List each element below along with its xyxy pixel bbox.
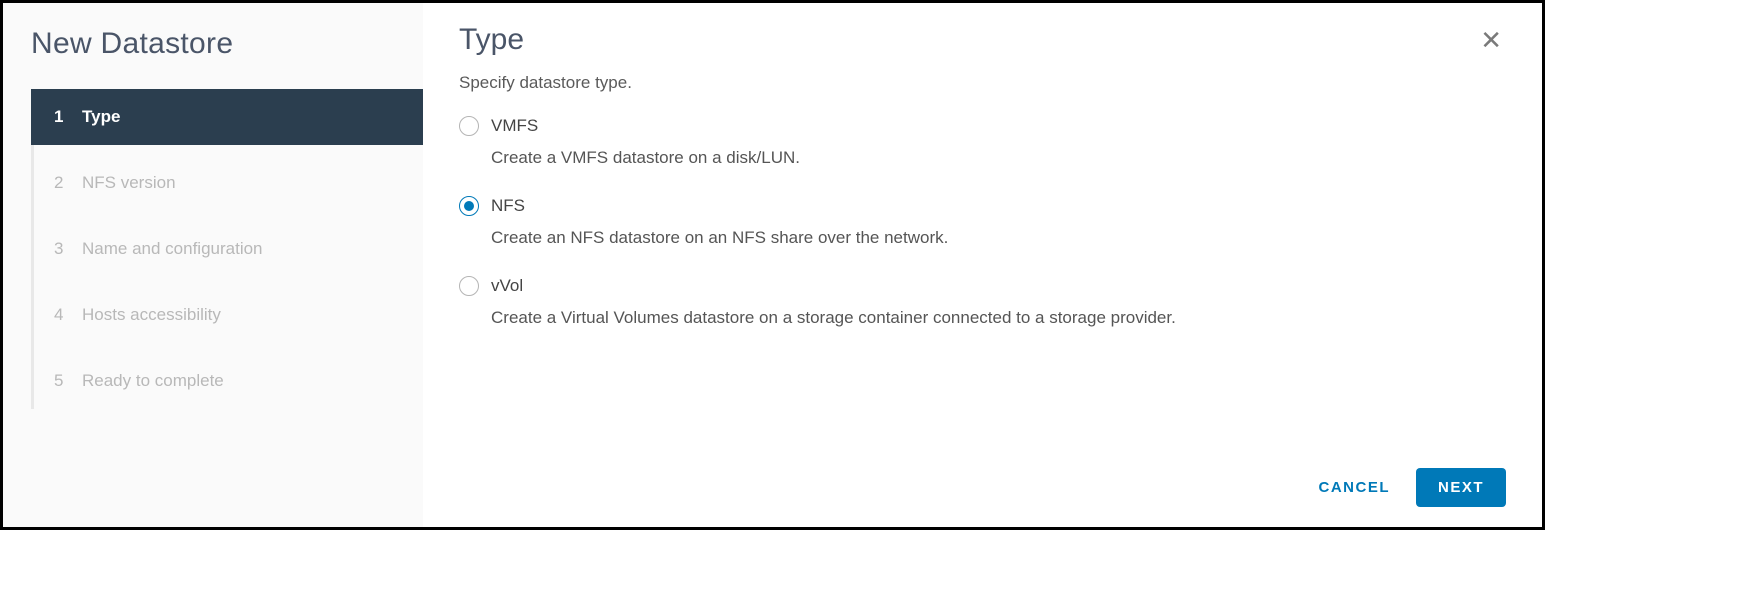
option-body: vVol Create a Virtual Volumes datastore … xyxy=(491,275,1506,329)
cancel-button[interactable]: CANCEL xyxy=(1314,469,1394,506)
option-description: Create an NFS datastore on an NFS share … xyxy=(491,227,1506,249)
wizard-step-nfs-version[interactable]: 2 NFS version xyxy=(31,155,423,211)
wizard-steps: 1 Type 2 NFS version 3 Name and configur… xyxy=(31,89,423,409)
step-label: Hosts accessibility xyxy=(82,305,221,325)
option-label[interactable]: NFS xyxy=(491,195,1506,217)
new-datastore-dialog: New Datastore 1 Type 2 NFS version 3 Nam… xyxy=(0,0,1545,530)
wizard-step-name-config[interactable]: 3 Name and configuration xyxy=(31,221,423,277)
option-body: NFS Create an NFS datastore on an NFS sh… xyxy=(491,195,1506,249)
wizard-step-type[interactable]: 1 Type xyxy=(31,89,423,145)
step-number: 2 xyxy=(54,173,78,193)
next-button[interactable]: NEXT xyxy=(1416,468,1506,507)
radio-vmfs[interactable] xyxy=(459,116,479,136)
radio-nfs[interactable] xyxy=(459,196,479,216)
radio-vvol[interactable] xyxy=(459,276,479,296)
page-subtitle: Specify datastore type. xyxy=(459,73,1506,93)
step-number: 1 xyxy=(54,107,78,127)
option-label[interactable]: vVol xyxy=(491,275,1506,297)
wizard-step-ready[interactable]: 5 Ready to complete xyxy=(31,353,423,409)
datastore-type-options: VMFS Create a VMFS datastore on a disk/L… xyxy=(459,115,1506,329)
option-label[interactable]: VMFS xyxy=(491,115,1506,137)
step-label: Type xyxy=(82,107,120,127)
wizard-sidebar: New Datastore 1 Type 2 NFS version 3 Nam… xyxy=(3,3,423,527)
close-icon[interactable]: ✕ xyxy=(1476,23,1506,57)
wizard-main: Type ✕ Specify datastore type. VMFS Crea… xyxy=(423,3,1542,527)
step-label: Name and configuration xyxy=(82,239,263,259)
wizard-title: New Datastore xyxy=(3,27,423,89)
option-vvol: vVol Create a Virtual Volumes datastore … xyxy=(459,275,1506,329)
option-body: VMFS Create a VMFS datastore on a disk/L… xyxy=(491,115,1506,169)
step-number: 5 xyxy=(54,371,78,391)
step-number: 3 xyxy=(54,239,78,259)
option-nfs: NFS Create an NFS datastore on an NFS sh… xyxy=(459,195,1506,249)
option-vmfs: VMFS Create a VMFS datastore on a disk/L… xyxy=(459,115,1506,169)
main-header: Type ✕ xyxy=(459,23,1506,57)
step-label: NFS version xyxy=(82,173,176,193)
wizard-footer: CANCEL NEXT xyxy=(459,452,1506,507)
step-label: Ready to complete xyxy=(82,371,224,391)
page-title: Type xyxy=(459,23,524,57)
option-description: Create a Virtual Volumes datastore on a … xyxy=(491,307,1506,329)
step-number: 4 xyxy=(54,305,78,325)
option-description: Create a VMFS datastore on a disk/LUN. xyxy=(491,147,1506,169)
wizard-step-hosts[interactable]: 4 Hosts accessibility xyxy=(31,287,423,343)
